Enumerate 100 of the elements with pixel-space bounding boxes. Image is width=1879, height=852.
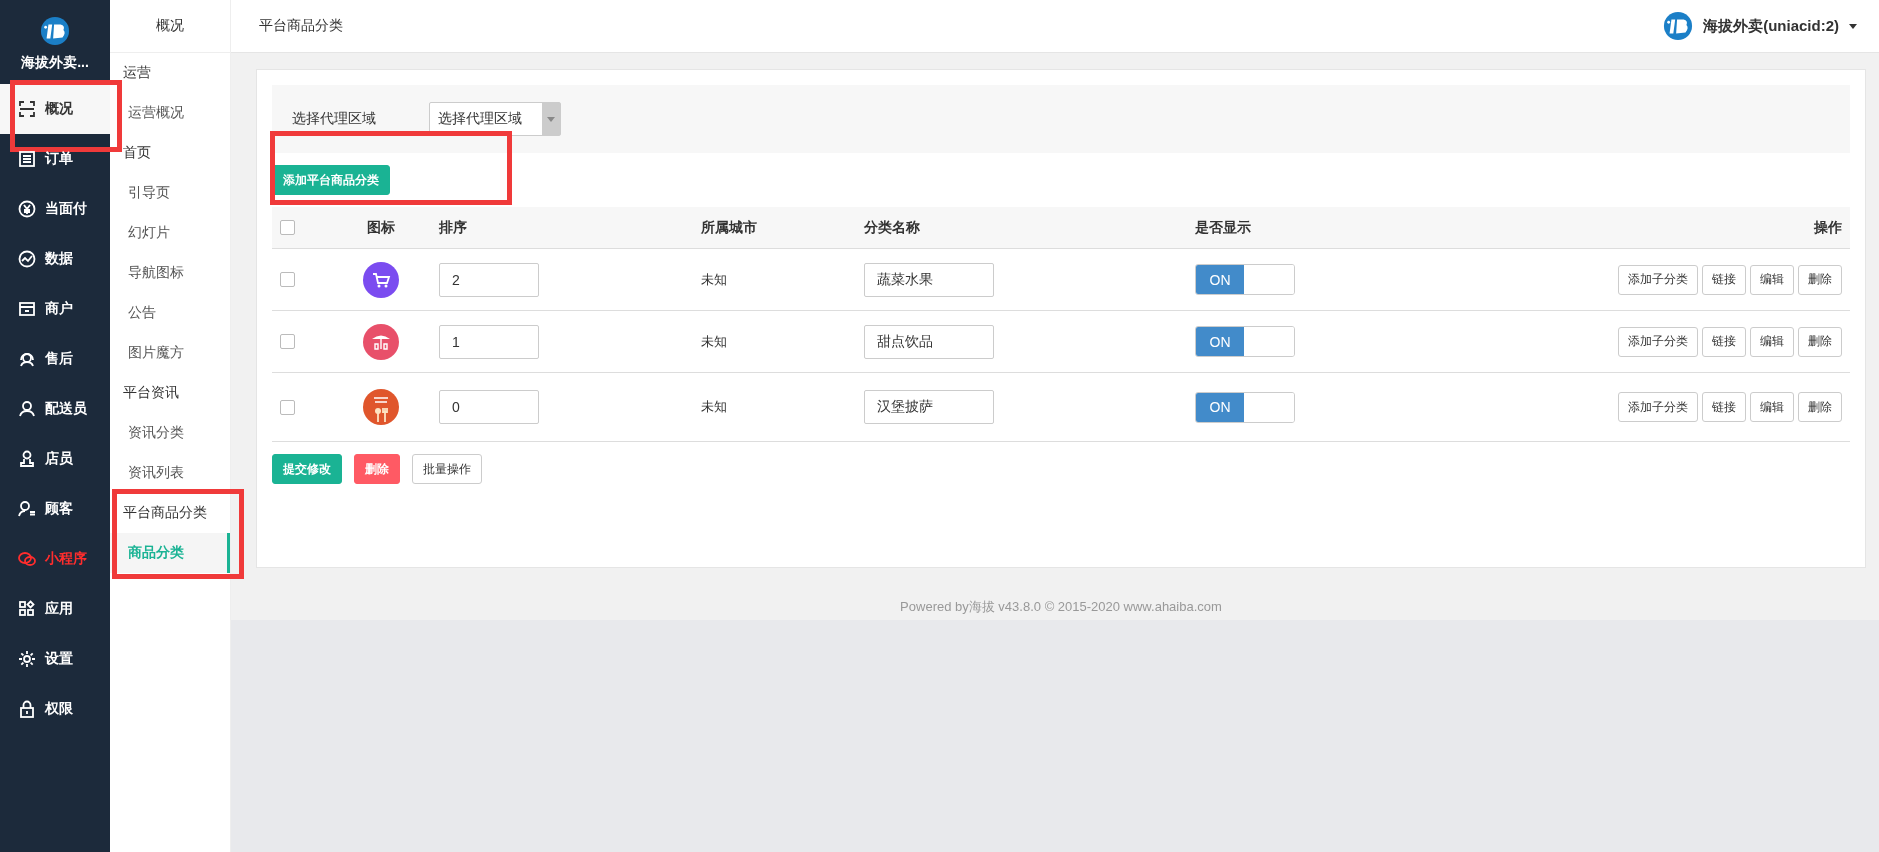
nav-label: 设置 (45, 650, 73, 668)
category-icon (362, 389, 399, 425)
action-button[interactable]: 添加子分类 (1618, 264, 1698, 295)
nav-label: 顾客 (45, 500, 73, 518)
nav-item[interactable]: 设置 (0, 634, 110, 684)
nav-label: 应用 (45, 600, 73, 618)
visibility-switch[interactable]: ON (1195, 391, 1295, 423)
nav-label: 售后 (45, 350, 73, 368)
submenu-item[interactable]: 图片魔方 (110, 333, 230, 373)
group-title: 首页 (122, 143, 152, 162)
sort-input[interactable]: 1 (439, 324, 539, 359)
user-menu[interactable]: 海拔外卖(uniacid:2) (1663, 11, 1857, 41)
logo-icon (40, 16, 70, 46)
action-button[interactable]: 删除 (1798, 392, 1842, 422)
action-button[interactable]: 编辑 (1750, 392, 1794, 422)
person-list-icon (18, 500, 36, 518)
scan-icon (18, 100, 36, 118)
group-title: 运营 (122, 63, 152, 82)
chat-icon (18, 550, 36, 568)
action-button[interactable]: 编辑 (1750, 264, 1794, 295)
logo-icon (1663, 11, 1694, 41)
column-header: 排序 (439, 218, 467, 237)
brand-name: 海拔外卖... (21, 54, 89, 72)
settings-icon (18, 650, 36, 668)
name-input[interactable]: 甜点饮品 (864, 324, 994, 359)
action-button[interactable]: 编辑 (1750, 326, 1794, 357)
person-icon (18, 400, 36, 418)
group-title: 平台商品分类 (122, 503, 208, 522)
caret-icon (1849, 23, 1857, 29)
nav-item[interactable]: 应用 (0, 584, 110, 634)
submenu-item[interactable]: 资讯分类 (110, 413, 230, 453)
submenu-item[interactable]: 导航图标 (110, 253, 230, 293)
submenu-item[interactable]: 公告 (110, 293, 230, 333)
nav-item[interactable]: 店员 (0, 434, 110, 484)
category-icon (362, 323, 399, 360)
lock-icon (18, 700, 36, 718)
sort-input[interactable]: 0 (439, 390, 539, 424)
action-button[interactable]: 链接 (1702, 326, 1746, 357)
column-header: 分类名称 (864, 218, 920, 237)
city-text: 未知 (701, 398, 727, 416)
submenu-item[interactable]: 引导页 (110, 173, 230, 213)
nav-item[interactable]: 订单 (0, 134, 110, 184)
action-button[interactable]: 批量操作 (412, 454, 482, 484)
nav-label: 数据 (45, 250, 73, 268)
submenu-item[interactable]: 运营概况 (110, 93, 230, 133)
column-header: 所属城市 (701, 218, 757, 237)
caret-icon (547, 116, 555, 122)
nav-label: 权限 (45, 700, 73, 718)
user-name: 海拔外卖(uniacid:2) (1703, 16, 1839, 36)
nav-label: 当面付 (45, 200, 87, 218)
nav-item[interactable]: 当面付 (0, 184, 110, 234)
nav-item[interactable]: 权限 (0, 684, 110, 734)
submenu-title: 概况 (110, 0, 230, 53)
page-title: 平台商品分类 (259, 17, 343, 35)
checkbox[interactable] (280, 220, 295, 235)
sort-input[interactable]: 2 (439, 262, 539, 297)
nav-label: 订单 (45, 150, 73, 168)
action-button[interactable]: 添加子分类 (1618, 326, 1698, 357)
action-button[interactable]: 添加子分类 (1618, 392, 1698, 422)
visibility-switch[interactable]: ON (1195, 326, 1295, 357)
column-header: 操作 (1814, 218, 1842, 237)
region-select[interactable]: 选择代理区域 (429, 102, 561, 136)
filter-label: 选择代理区域 (292, 110, 376, 128)
column-header: 是否显示 (1195, 218, 1251, 237)
chart-icon (18, 250, 36, 268)
checkbox[interactable] (280, 272, 295, 287)
action-button[interactable]: 删除 (1798, 326, 1842, 357)
headset-icon (18, 350, 36, 368)
visibility-switch[interactable]: ON (1195, 264, 1295, 295)
nav-label: 配送员 (45, 400, 87, 418)
city-text: 未知 (701, 332, 727, 351)
category-icon (362, 261, 399, 298)
nav-item[interactable]: 数据 (0, 234, 110, 284)
submenu-item[interactable]: 资讯列表 (110, 453, 230, 493)
yuan-icon (18, 200, 36, 218)
nav-item[interactable]: 配送员 (0, 384, 110, 434)
action-button[interactable]: 链接 (1702, 264, 1746, 295)
nav-item[interactable]: 概况 (0, 84, 110, 134)
action-button[interactable]: 链接 (1702, 392, 1746, 422)
grid-icon (18, 600, 36, 618)
checkbox[interactable] (280, 334, 295, 349)
column-header: 图标 (366, 218, 395, 237)
action-button[interactable]: 删除 (1798, 264, 1842, 295)
nav-label: 小程序 (45, 550, 87, 568)
name-input[interactable]: 蔬菜水果 (864, 262, 994, 297)
nav-item[interactable]: 商户 (0, 284, 110, 334)
person-icon (18, 450, 36, 468)
group-title: 平台资讯 (122, 383, 180, 402)
footer-text: Powered by海拔 v43.8.0 © 2015-2020 www.ahaiba.com (899, 598, 1223, 616)
list-icon (18, 150, 36, 168)
nav-item[interactable]: 售后 (0, 334, 110, 384)
nav-label: 概况 (45, 100, 73, 118)
nav-item[interactable]: 顾客 (0, 484, 110, 534)
nav-item[interactable]: 小程序 (0, 534, 110, 584)
name-input[interactable]: 汉堡披萨 (864, 390, 994, 424)
submenu-item[interactable]: 幻灯片 (110, 213, 230, 253)
city-text: 未知 (701, 270, 727, 289)
checkbox[interactable] (280, 399, 295, 415)
nav-label: 商户 (45, 300, 73, 318)
store-icon (18, 300, 36, 318)
